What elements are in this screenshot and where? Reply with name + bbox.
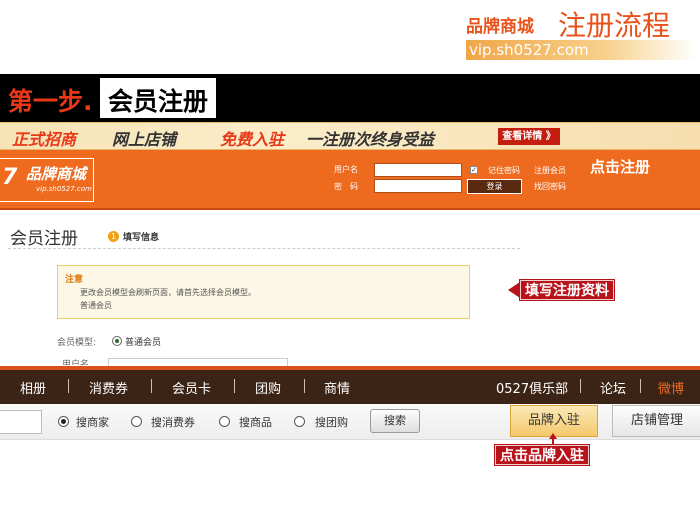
site-url: vip.sh0527.com [466,40,696,60]
flow-title: 注册流程 [558,9,671,42]
nav-separator [640,379,641,393]
username-input[interactable] [374,163,462,177]
click-register-label: 点击注册 [590,158,651,176]
logo-url: vip.sh0527.com [36,185,92,193]
remember-label: 记住密码 [488,166,520,175]
nav-item-group-buy[interactable]: 团购 [255,378,281,397]
username-field-label: 用户名 [62,360,90,365]
search-button[interactable]: 搜索 [370,409,420,433]
member-model-label: 会员模型: [57,338,97,348]
site-logo[interactable]: 7 品牌商城 vip.sh0527.com [0,158,94,202]
nav-separator [304,379,305,393]
brand-title: 品牌商城 [466,17,534,37]
view-detail-button[interactable]: 查看详情 》 [498,128,560,145]
member-model-value: 普通会员 [125,338,162,348]
step-number-badge: 1 [108,231,119,242]
logo-number: 7 [2,165,18,190]
main-nav: 相册 消费券 会员卡 团购 商情 0527俱乐部 论坛 微博 [0,366,700,404]
nav-item-member-card[interactable]: 会员卡 [172,378,211,397]
nav-separator [151,379,152,393]
nav-item-weibo[interactable]: 微博 [658,378,684,397]
login-bar: 7 品牌商城 vip.sh0527.com 用户名 密 码 ✓ 记住密码 登录 … [0,150,700,210]
notice-model: 普通会员 [80,301,112,310]
radio-coupon[interactable] [131,416,142,427]
radio-merchant[interactable] [58,416,69,427]
promo-strip: 正式招商 网上店铺 免费入驻 一注册次终身受益 查看详情 》 [0,122,700,150]
search-bar: 搜商家 搜消费券 搜商品 搜团购 搜索 品牌入驻 店铺管理 [0,404,700,440]
left-arrow-icon [508,282,520,298]
promo-item-lifetime: 一注册次终身受益 [306,130,435,149]
username-field[interactable] [108,358,288,366]
nav-item-forum[interactable]: 论坛 [600,378,626,397]
nav-separator [234,379,235,393]
nav-separator [580,379,581,393]
radio-product-label[interactable]: 搜商品 [239,414,272,430]
shop-manage-button[interactable]: 店铺管理 [612,405,700,437]
step-title: 会员注册 [100,78,217,118]
nav-item-coupon[interactable]: 消费券 [89,378,128,397]
step-text: 填写信息 [123,233,160,243]
promo-item-free: 免费入驻 [220,130,285,149]
step-banner: 第一步. 会员注册 [0,74,700,122]
divider [8,248,520,249]
step-label: 第一步. [8,87,93,116]
fill-info-tag: 填写注册资料 [520,280,614,300]
nav-item-business[interactable]: 商情 [324,378,350,397]
member-model-radio[interactable] [112,336,122,346]
promo-item-zhaoshang: 正式招商 [12,130,77,149]
notice-text: 更改会员模型会刷新页面，请首先选择会员模型。 [80,288,256,297]
promo-item-shop: 网上店铺 [112,130,177,149]
logo-name: 品牌商城 [26,165,87,183]
username-label: 用户名 [334,165,358,174]
radio-coupon-label[interactable]: 搜消费券 [151,414,195,430]
nav-item-club[interactable]: 0527俱乐部 [496,378,568,397]
forgot-password-link[interactable]: 找回密码 [534,181,566,192]
register-title: 会员注册 [10,229,78,249]
remember-checkbox[interactable]: ✓ [470,166,478,174]
search-input[interactable] [0,410,42,434]
password-input[interactable] [374,179,462,193]
notice-box: 注意 更改会员模型会刷新页面，请首先选择会员模型。 普通会员 [57,265,470,319]
radio-product[interactable] [219,416,230,427]
nav-separator [68,379,69,393]
radio-merchant-label[interactable]: 搜商家 [76,414,109,430]
click-brand-join-tag: 点击品牌入驻 [495,445,589,465]
radio-group-buy-label[interactable]: 搜团购 [315,414,348,430]
password-label: 密 码 [334,182,358,191]
notice-title: 注意 [65,275,84,285]
nav-item-album[interactable]: 相册 [20,378,46,397]
register-link[interactable]: 注册会员 [534,165,566,176]
radio-group-buy[interactable] [294,416,305,427]
login-button[interactable]: 登录 [467,179,522,194]
